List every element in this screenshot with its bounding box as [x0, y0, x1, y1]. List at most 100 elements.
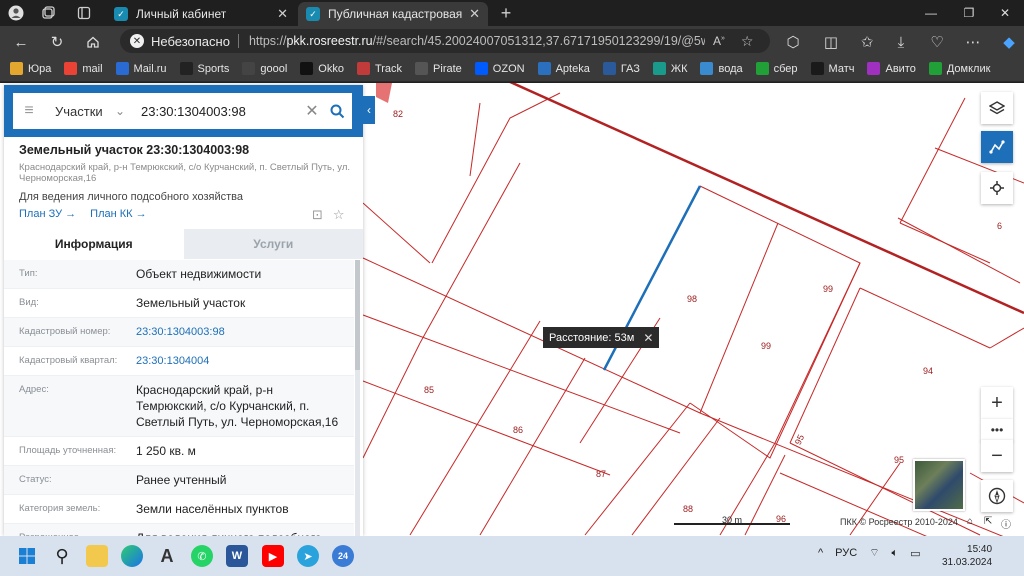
favorite-star-icon[interactable]: ☆	[333, 207, 345, 223]
collapse-panel-button[interactable]: ‹	[363, 96, 375, 124]
layers-icon[interactable]	[981, 92, 1013, 124]
date: 31.03.2024	[942, 557, 993, 568]
property-link[interactable]: 23:30:1304004	[136, 353, 354, 369]
property-link[interactable]: 23:30:1304003:98	[136, 324, 354, 340]
search-type-select[interactable]: Участки	[45, 104, 115, 119]
search-icon[interactable]	[322, 104, 352, 119]
zoom-out-button[interactable]: −	[981, 440, 1013, 472]
insecure-warning-icon[interactable]: ✕	[130, 34, 144, 48]
bookmark-favicon-icon	[300, 62, 314, 75]
bookmark-item[interactable]: OZON	[474, 62, 525, 75]
print-search-icon[interactable]: ⊡	[312, 207, 323, 223]
copilot-icon[interactable]: ◆	[998, 31, 1020, 53]
url-text[interactable]: https://pkk.rosreestr.ru/#/search/45.200…	[249, 34, 705, 48]
clock[interactable]: 15:40 31.03.2024	[942, 543, 992, 569]
share-small-icon[interactable]: ⇱	[984, 516, 992, 527]
split-screen-icon[interactable]: ◫	[820, 31, 842, 53]
address-bar[interactable]: ✕ Небезопасно https://pkk.rosreestr.ru/#…	[120, 29, 770, 53]
battery-icon[interactable]: ▭	[910, 547, 920, 560]
tab-services[interactable]: Услуги	[183, 229, 363, 259]
font-app-icon[interactable]: A	[156, 545, 178, 567]
reload-icon[interactable]: ↻	[46, 31, 68, 53]
telegram-icon[interactable]: ➤	[297, 545, 319, 567]
file-explorer-icon[interactable]	[86, 545, 108, 567]
word-icon[interactable]: W	[226, 545, 248, 567]
compass-icon[interactable]	[981, 480, 1013, 512]
tray-chevron-icon[interactable]: ^	[818, 547, 823, 559]
edge-browser-icon[interactable]	[121, 545, 143, 567]
profile-icon[interactable]	[6, 3, 26, 23]
close-measure-icon[interactable]: ✕	[643, 331, 653, 345]
minimize-icon[interactable]: —	[918, 2, 944, 24]
satellite-basemap-thumbnail[interactable]	[913, 459, 965, 511]
new-tab-icon[interactable]: +	[496, 3, 516, 23]
extensions-icon[interactable]: ⬡	[782, 31, 804, 53]
locate-icon[interactable]	[981, 172, 1013, 204]
panel-scrollbar[interactable]	[355, 260, 360, 536]
bookmark-item[interactable]: Apteka	[537, 62, 590, 75]
more-zoom-options-icon[interactable]: •••	[981, 419, 1013, 441]
rosreestr-favicon-icon: ✓	[306, 7, 320, 21]
workspaces-icon[interactable]	[38, 3, 58, 23]
tab-actions-icon[interactable]	[74, 3, 94, 23]
bookmark-item[interactable]: Юра	[10, 62, 51, 75]
hamburger-menu-icon[interactable]: ≡	[13, 102, 45, 120]
clear-search-icon[interactable]: ✕	[302, 101, 322, 121]
windows-start-icon[interactable]	[16, 545, 38, 567]
wifi-icon[interactable]: ⌔	[869, 546, 879, 560]
home-icon[interactable]	[82, 31, 104, 53]
youtube-icon[interactable]: ▶	[262, 545, 284, 567]
language-indicator[interactable]: РУС	[835, 547, 857, 559]
bookmark-item[interactable]: ЖК	[652, 62, 687, 75]
bookmark-label: mail	[82, 62, 103, 75]
bookmark-item[interactable]: Матч	[810, 62, 854, 75]
plan-zu-link[interactable]: План ЗУ →	[19, 208, 76, 220]
bookmark-item[interactable]: mail	[64, 62, 103, 75]
tab-information[interactable]: Информация	[4, 229, 184, 259]
volume-icon[interactable]: 🔈︎	[892, 547, 899, 560]
close-tab-icon[interactable]: ✕	[469, 6, 480, 22]
bookmark-item[interactable]: сбер	[755, 62, 798, 75]
whatsapp-icon[interactable]: ✆	[191, 545, 213, 567]
bookmark-item[interactable]: Okko	[300, 62, 344, 75]
bookmark-item[interactable]: ГАЗ	[602, 62, 640, 75]
favorite-star-icon[interactable]: ☆	[741, 33, 754, 50]
calendar-badge-icon[interactable]: 24	[332, 545, 354, 567]
bookmark-item[interactable]: Авито	[867, 62, 916, 75]
tab-cadastral-map[interactable]: ✓ Публичная кадастровая карта ✕	[298, 2, 488, 26]
bookmark-favicon-icon	[537, 62, 551, 75]
bookmark-item[interactable]: Sports	[179, 62, 229, 75]
chevron-down-icon[interactable]: ⌄	[115, 104, 133, 118]
read-aloud-icon[interactable]: A»	[713, 34, 725, 48]
home-small-icon[interactable]: ⌂	[967, 516, 973, 527]
bookmark-item[interactable]: Mail.ru	[115, 62, 167, 75]
downloads-icon[interactable]: ⤓	[890, 31, 912, 53]
back-icon[interactable]: ←	[10, 31, 32, 53]
bookmark-item[interactable]: вода	[700, 62, 743, 75]
zoom-in-button[interactable]: +	[981, 387, 1013, 419]
search-input[interactable]: 23:30:1304003:98	[133, 104, 302, 119]
property-key: Кадастровый номер:	[19, 326, 111, 337]
more-menu-icon[interactable]: ⋯	[962, 31, 984, 53]
restore-icon[interactable]: ❐	[956, 2, 982, 24]
tab-personal-cabinet[interactable]: ✓ Личный кабинет ✕	[106, 2, 296, 26]
scrollbar-thumb[interactable]	[355, 260, 360, 370]
browser-essentials-icon[interactable]: ♡	[926, 31, 948, 53]
object-header: Земельный участок 23:30:1304003:98 Красн…	[19, 143, 354, 203]
close-tab-icon[interactable]: ✕	[277, 6, 288, 22]
property-row: Категория земель: Земли населённых пункто…	[4, 495, 354, 524]
property-value: Краснодарский край, р-н Темрюкский, с/о …	[136, 383, 339, 429]
insecure-label[interactable]: Небезопасно	[151, 34, 230, 49]
bookmark-item[interactable]: Pirate	[415, 62, 462, 75]
property-key: Категория земель:	[19, 503, 101, 514]
bookmark-item[interactable]: Track	[356, 62, 402, 75]
plan-kk-link[interactable]: План КК →	[90, 208, 146, 220]
close-window-icon[interactable]: ✕	[992, 2, 1018, 24]
measure-tool-icon[interactable]	[981, 131, 1013, 163]
bookmark-item[interactable]: goool	[242, 62, 287, 75]
search-taskbar-icon[interactable]: ⚲	[51, 545, 73, 567]
favorites-icon[interactable]: ✩	[856, 31, 878, 53]
quarter-boundary-line	[509, 83, 1024, 315]
info-small-icon[interactable]: ⓘ	[1001, 516, 1011, 531]
bookmark-item[interactable]: Домклик	[928, 62, 990, 75]
